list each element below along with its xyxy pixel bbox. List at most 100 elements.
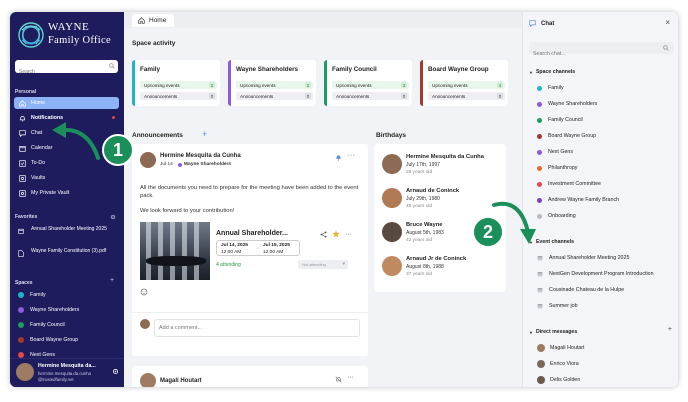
channel-item[interactable]: Family Council: [537, 117, 583, 123]
sidebar-search-input[interactable]: [15, 65, 105, 79]
bell-off-icon[interactable]: [335, 376, 342, 383]
close-icon[interactable]: ×: [665, 18, 670, 27]
upcoming-count: 2: [305, 82, 311, 88]
birthday-age: 45 years old: [406, 204, 433, 209]
rsvp-dropdown[interactable]: Not attending ▾: [298, 260, 348, 269]
more-options-icon[interactable]: ···: [347, 374, 354, 381]
logo[interactable]: WAYNE Family Office: [16, 18, 120, 58]
announcements-count: 0: [497, 93, 503, 99]
calendar-icon: [537, 255, 543, 261]
avatar: [537, 344, 545, 352]
birthday-item[interactable]: Hermine Mesquita da Cunha July 17th, 199…: [382, 152, 502, 182]
announcement-body-2: We look forward to your contribution!: [140, 208, 235, 214]
birthday-name: Bruce Wayne: [406, 222, 443, 228]
space-channels-section[interactable]: ▼ Space channels: [529, 69, 575, 75]
nav-todo[interactable]: To-Do: [14, 157, 119, 169]
bell-icon[interactable]: [335, 154, 342, 161]
star-icon[interactable]: [332, 230, 340, 238]
user-profile[interactable]: Hermine Mesquita da... hermine.mesquita.…: [10, 358, 124, 387]
gear-icon[interactable]: [110, 214, 116, 220]
birthday-item[interactable]: Arnaud de Coninck July 29th, 1980 45 yea…: [382, 186, 502, 216]
upcoming-events-row[interactable]: Upcoming events 2: [140, 81, 217, 89]
home-icon: [138, 17, 145, 24]
space-label: Wayne Shareholders: [30, 307, 80, 313]
space-card-board-wayne-group[interactable]: Board Wayne Group Upcoming events 4 Annou…: [420, 60, 508, 106]
sidebar-space-board-wayne-group[interactable]: Board Wayne Group: [18, 337, 78, 343]
channel-item[interactable]: Investment Committee: [537, 181, 601, 187]
announcements-row[interactable]: Announcements 0: [236, 92, 313, 100]
chat-search-input[interactable]: [529, 48, 659, 60]
channel-item[interactable]: Next Gens: [537, 149, 573, 155]
nav-private-vault[interactable]: My Private Vault: [14, 187, 119, 199]
event-attending-count[interactable]: 4 attending: [216, 262, 241, 268]
announcement-author[interactable]: Hermine Mesquita da Cunha: [160, 153, 241, 159]
announcements-label: Announcements: [336, 93, 370, 99]
nav-vaults[interactable]: Vaults: [14, 172, 119, 184]
sidebar-space-family-council[interactable]: Family Council: [18, 322, 65, 328]
more-options-icon[interactable]: ···: [347, 152, 356, 159]
space-card-family-council[interactable]: Family Council Upcoming events 3 Announce…: [324, 60, 412, 106]
gear-icon[interactable]: [112, 368, 119, 375]
chevron-down-icon: ▼: [529, 69, 533, 75]
channel-item[interactable]: Wayne Shareholders: [537, 101, 597, 107]
sidebar-space-family[interactable]: Family: [18, 292, 46, 298]
more-options-icon[interactable]: ···: [345, 231, 352, 238]
event-channel-item[interactable]: Annual Shareholder Meeting 2025: [537, 255, 629, 261]
divider: [132, 312, 368, 313]
dm-item[interactable]: Delis Golden: [537, 376, 580, 384]
nav-chat[interactable]: Chat: [14, 127, 119, 139]
birthday-age: 37 years old: [406, 272, 433, 277]
vault-icon: [18, 189, 26, 197]
nav-notifications[interactable]: Notifications: [14, 112, 119, 124]
direct-messages-section[interactable]: ▼ Direct messages: [529, 329, 577, 335]
upcoming-events-row[interactable]: Upcoming events 4: [428, 81, 505, 89]
upcoming-events-row[interactable]: Upcoming events 3: [332, 81, 409, 89]
event-channel-item[interactable]: NextGen Development Program Introduction: [537, 271, 654, 277]
dm-label: Delis Golden: [550, 377, 581, 383]
channel-item[interactable]: Philanthropy: [537, 165, 577, 171]
favorite-item[interactable]: Annual Shareholder Meeting 2025: [18, 226, 116, 237]
channel-item[interactable]: Andrew Wayne Family Branch: [537, 197, 619, 203]
space-color-dot: [177, 162, 182, 167]
channel-label: Family Council: [548, 117, 583, 123]
channel-item[interactable]: Board Wayne Group: [537, 133, 596, 139]
add-direct-message-button[interactable]: +: [668, 326, 672, 333]
dm-item[interactable]: Enrico Viora: [537, 360, 579, 368]
sidebar-search[interactable]: [15, 60, 118, 79]
dm-item[interactable]: Magali Houtart: [537, 344, 584, 352]
nav-home[interactable]: Home: [14, 97, 119, 109]
event-channels-section[interactable]: ▼ Event channels: [529, 239, 574, 245]
share-icon[interactable]: [320, 230, 327, 238]
space-label: Board Wayne Group: [30, 337, 79, 343]
upcoming-events-row[interactable]: Upcoming events 2: [236, 81, 313, 89]
tab-home[interactable]: Home: [132, 14, 175, 27]
announcement-author[interactable]: Magali Houtart: [160, 378, 202, 384]
add-reaction-icon[interactable]: [140, 288, 148, 296]
space-card-family[interactable]: Family Upcoming events 2 Announcements 0: [132, 60, 220, 106]
announcement-card: Hermine Mesquita da Cunha Jul 14 Wayne S…: [132, 144, 368, 356]
comment-input[interactable]: [154, 319, 360, 337]
announcements-row[interactable]: Announcements 0: [332, 92, 409, 100]
announcements-row[interactable]: Announcements 0: [140, 92, 217, 100]
favorite-item[interactable]: Wayne Family Constitution (3).pdf: [18, 248, 116, 260]
birthday-item[interactable]: Arnaud Jr de Coninck August 8th, 1988 37…: [382, 254, 502, 284]
announcements-count: 0: [401, 93, 407, 99]
add-announcement-button[interactable]: +: [202, 129, 207, 139]
event-channel-item[interactable]: Cousinade Chateau de la Hulpe: [537, 287, 624, 293]
sidebar-space-wayne-shareholders[interactable]: Wayne Shareholders: [18, 307, 79, 313]
chevron-down-icon: ▼: [529, 329, 533, 335]
announcements-row[interactable]: Announcements 0: [428, 92, 505, 100]
chat-search[interactable]: [529, 42, 673, 60]
space-card-wayne-shareholders[interactable]: Wayne Shareholders Upcoming events 2 Anno…: [228, 60, 316, 106]
logo-line1: WAYNE: [48, 21, 90, 33]
tab-bar: Home: [124, 12, 522, 28]
event-channel-item[interactable]: Summer job: [537, 303, 578, 309]
event-title[interactable]: Annual Shareholder...: [216, 230, 288, 237]
space-card-name: Family Council: [332, 66, 377, 73]
channel-item[interactable]: Onboarding: [537, 213, 576, 219]
add-space-button[interactable]: +: [110, 277, 114, 284]
announcements-label: Announcements: [432, 93, 466, 99]
announcement-space[interactable]: Wayne Shareholders: [184, 162, 231, 167]
channel-item[interactable]: Family: [537, 85, 564, 91]
event-attachment[interactable]: Annual Shareholder... ··· Jul 14, 2025 1…: [140, 222, 360, 284]
